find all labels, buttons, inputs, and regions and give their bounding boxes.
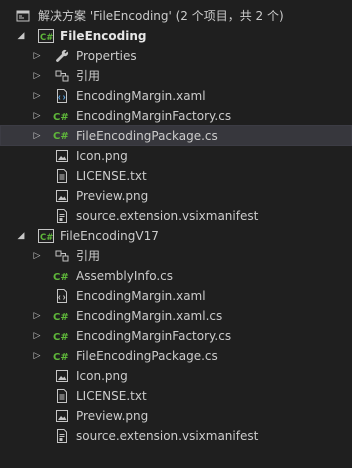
tree-item-label: Icon.png	[76, 369, 128, 383]
chevron-down-icon[interactable]: ◢	[16, 226, 26, 246]
tree-item-preview-png[interactable]: Preview.png	[0, 186, 352, 206]
tree-item-label: Preview.png	[76, 409, 149, 423]
svg-text:C#: C#	[53, 131, 69, 142]
chevron-right-icon[interactable]: ▷	[32, 326, 42, 346]
tree-item-label: EncodingMargin.xaml.cs	[76, 309, 223, 323]
tree-item-references[interactable]: ▷ 引用	[0, 66, 352, 86]
project-label: FileEncoding	[60, 29, 147, 43]
chevron-right-icon[interactable]: ▷	[32, 86, 42, 106]
tree-item-preview-png[interactable]: Preview.png	[0, 406, 352, 426]
chevron-right-icon[interactable]: ▷	[32, 126, 42, 146]
chevron-down-icon[interactable]: ◢	[16, 26, 26, 46]
svg-text:C#: C#	[53, 332, 69, 343]
tree-item-label: 引用	[76, 69, 101, 83]
image-file-icon	[55, 189, 69, 203]
tree-item-references[interactable]: ▷ 引用	[0, 246, 352, 266]
tree-item-encodingmarginfactory-cs[interactable]: ▷ C# EncodingMarginFactory.cs	[0, 106, 352, 126]
tree-item-label: LICENSE.txt	[76, 169, 147, 183]
csharp-project-icon: C#	[38, 228, 54, 244]
wrench-icon	[55, 49, 69, 63]
tree-item-properties[interactable]: ▷ Properties	[0, 46, 352, 66]
csharp-file-icon: C#	[53, 349, 71, 363]
tree-item-label: 引用	[76, 249, 101, 263]
tree-item-encodingmarginfactory-cs[interactable]: ▷ C# EncodingMarginFactory.cs	[0, 326, 352, 346]
tree-item-vsixmanifest[interactable]: source.extension.vsixmanifest	[0, 426, 352, 446]
csharp-file-icon: C#	[53, 309, 71, 323]
tree-item-encodingmargin-xaml[interactable]: ▷ EncodingMargin.xaml	[0, 86, 352, 106]
svg-text:C#: C#	[53, 112, 69, 123]
tree-item-encodingmargin-xaml-cs[interactable]: ▷ C# EncodingMargin.xaml.cs	[0, 306, 352, 326]
manifest-file-icon	[55, 209, 69, 223]
chevron-right-icon[interactable]: ▷	[32, 106, 42, 126]
tree-item-label: Properties	[76, 49, 137, 63]
project-node-fileencoding[interactable]: ◢ C# FileEncoding	[0, 26, 352, 46]
tree-item-license-txt[interactable]: LICENSE.txt	[0, 166, 352, 186]
tree-item-fileencodingpackage-cs[interactable]: ▷ C# FileEncodingPackage.cs	[0, 125, 352, 146]
chevron-right-icon[interactable]: ▷	[32, 306, 42, 326]
image-file-icon	[55, 149, 69, 163]
image-file-icon	[55, 369, 69, 383]
solution-explorer-tree: 解决方案 'FileEncoding' (2 个项目，共 2 个) ◢ C# F…	[0, 0, 352, 468]
svg-text:C#: C#	[53, 272, 69, 283]
tree-item-label: EncodingMargin.xaml	[76, 289, 206, 303]
tree-item-label: FileEncodingPackage.cs	[76, 129, 218, 143]
xaml-file-icon	[55, 289, 69, 303]
tree-item-label: FileEncodingPackage.cs	[76, 349, 218, 363]
tree-item-icon-png[interactable]: Icon.png	[0, 366, 352, 386]
svg-text:C#: C#	[53, 312, 69, 323]
svg-text:C#: C#	[40, 33, 53, 43]
tree-item-label: AssemblyInfo.cs	[76, 269, 174, 283]
references-icon	[55, 249, 69, 263]
tree-item-vsixmanifest[interactable]: source.extension.vsixmanifest	[0, 206, 352, 226]
manifest-file-icon	[55, 429, 69, 443]
tree-item-label: EncodingMarginFactory.cs	[76, 329, 232, 343]
tree-item-icon-png[interactable]: Icon.png	[0, 146, 352, 166]
xaml-file-icon	[55, 89, 69, 103]
image-file-icon	[55, 409, 69, 423]
chevron-right-icon[interactable]: ▷	[32, 246, 42, 266]
text-file-icon	[55, 389, 69, 403]
tree-item-label: EncodingMargin.xaml	[76, 89, 206, 103]
chevron-right-icon[interactable]: ▷	[32, 346, 42, 366]
csharp-file-icon: C#	[53, 269, 71, 283]
tree-item-label: LICENSE.txt	[76, 389, 147, 403]
text-file-icon	[55, 169, 69, 183]
project-node-fileencodingv17[interactable]: ◢ C# FileEncodingV17	[0, 226, 352, 246]
tree-item-assemblyinfo-cs[interactable]: C# AssemblyInfo.cs	[0, 266, 352, 286]
tree-item-label: source.extension.vsixmanifest	[76, 429, 259, 443]
solution-icon	[16, 9, 30, 23]
csharp-project-icon: C#	[38, 28, 54, 44]
tree-item-license-txt[interactable]: LICENSE.txt	[0, 386, 352, 406]
svg-text:C#: C#	[53, 352, 69, 363]
csharp-file-icon: C#	[53, 329, 71, 343]
tree-item-label: source.extension.vsixmanifest	[76, 209, 259, 223]
references-icon	[55, 69, 69, 83]
tree-item-label: EncodingMarginFactory.cs	[76, 109, 232, 123]
tree-item-label: Preview.png	[76, 189, 149, 203]
csharp-file-icon: C#	[53, 109, 71, 123]
svg-text:C#: C#	[40, 233, 53, 243]
solution-node[interactable]: 解决方案 'FileEncoding' (2 个项目，共 2 个)	[0, 6, 352, 26]
tree-item-encodingmargin-xaml[interactable]: EncodingMargin.xaml	[0, 286, 352, 306]
csharp-file-icon: C#	[53, 128, 71, 142]
solution-label: 解决方案 'FileEncoding' (2 个项目，共 2 个)	[38, 9, 284, 23]
tree-item-label: Icon.png	[76, 149, 128, 163]
tree-item-fileencodingpackage-cs[interactable]: ▷ C# FileEncodingPackage.cs	[0, 346, 352, 366]
chevron-right-icon[interactable]: ▷	[32, 66, 42, 86]
chevron-right-icon[interactable]: ▷	[32, 46, 42, 66]
project-label: FileEncodingV17	[60, 229, 159, 243]
